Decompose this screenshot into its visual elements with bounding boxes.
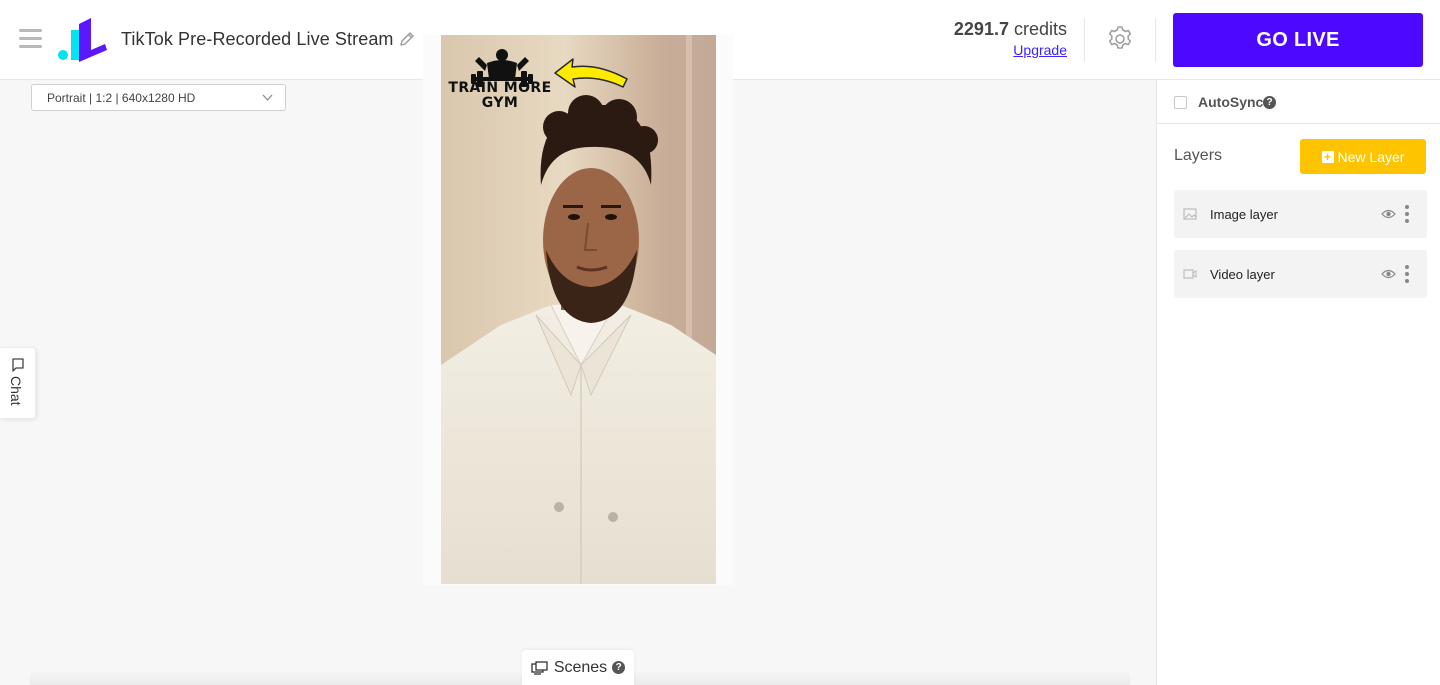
edit-pencil-icon[interactable] — [398, 31, 415, 48]
settings-gear-icon[interactable] — [1105, 24, 1135, 54]
chevron-down-icon — [262, 94, 273, 101]
scenes-button[interactable]: Scenes ? — [522, 650, 634, 685]
app-logo — [58, 18, 107, 62]
credits-amount: 2291.7 — [953, 19, 1009, 39]
new-layer-label: New Layer — [1337, 148, 1405, 165]
yellow-arrow-image — [554, 58, 628, 88]
layer-name: Image layer — [1210, 207, 1278, 222]
gym-text-line1: TRAIN MORE — [448, 80, 552, 96]
upgrade-link[interactable]: Upgrade — [1013, 42, 1067, 58]
format-select[interactable]: Portrait | 1:2 | 640x1280 HD — [31, 84, 286, 111]
layers-title: Layers — [1174, 147, 1223, 164]
new-layer-button[interactable]: + New Layer — [1300, 139, 1426, 174]
chat-bubble-icon — [12, 358, 24, 372]
menu-icon[interactable] — [19, 29, 42, 49]
right-panel: AutoSync ? Layers + New Layer Image laye… — [1156, 80, 1440, 685]
more-options-icon[interactable] — [1403, 265, 1411, 283]
credits-unit: credits — [1013, 19, 1067, 39]
layer-item-image[interactable]: Image layer — [1174, 190, 1427, 238]
scenes-help-icon[interactable]: ? — [612, 661, 626, 674]
divider — [1084, 18, 1085, 62]
visibility-eye-icon[interactable] — [1381, 268, 1396, 280]
autosync-label: AutoSync — [1198, 94, 1264, 110]
video-frame-image — [441, 35, 716, 584]
scenes-label: Scenes — [553, 658, 608, 676]
autosync-row: AutoSync ? — [1157, 80, 1440, 124]
format-select-value: Portrait | 1:2 | 640x1280 HD — [47, 91, 196, 105]
image-icon — [1183, 208, 1197, 220]
credits-balance: 2291.7 credits Upgrade — [954, 19, 1067, 60]
video-icon — [1183, 269, 1197, 279]
plus-icon: + — [1321, 150, 1334, 163]
stream-title: TikTok Pre-Recorded Live Stream — [121, 29, 394, 49]
chat-label: Chat — [8, 376, 24, 406]
chat-tab[interactable]: Chat — [0, 347, 36, 419]
divider — [1155, 18, 1156, 62]
video-preview[interactable]: TRAIN MORE GYM — [441, 35, 716, 584]
gym-logo-text: TRAIN MORE GYM — [441, 81, 559, 111]
scenes-icon — [531, 660, 548, 675]
go-live-button[interactable]: GO LIVE — [1173, 13, 1423, 67]
visibility-eye-icon[interactable] — [1381, 208, 1396, 220]
autosync-help-icon[interactable]: ? — [1263, 96, 1276, 109]
autosync-checkbox[interactable] — [1174, 96, 1187, 109]
gym-text-line2: GYM — [481, 95, 519, 111]
layer-name: Video layer — [1210, 267, 1275, 282]
layer-item-video[interactable]: Video layer — [1174, 250, 1427, 298]
more-options-icon[interactable] — [1403, 205, 1411, 223]
